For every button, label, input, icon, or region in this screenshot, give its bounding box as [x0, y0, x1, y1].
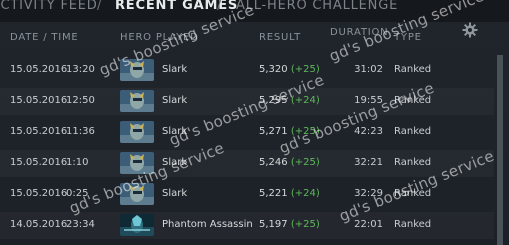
table-row[interactable]: 15.05.2016 11:36 Slark 5,271 (+25) 42:23… — [0, 119, 494, 146]
mmr-delta: (+25) — [290, 219, 320, 230]
tab-separator: / — [217, 0, 222, 13]
tab-all-hero-challenge[interactable]: ALL-HERO CHALLENGE — [236, 0, 398, 13]
match-duration: 22:01 — [354, 219, 383, 230]
match-date: 15.05.2016 — [10, 95, 68, 106]
column-header-result[interactable]: RESULT — [259, 32, 301, 43]
mmr-value: 5,197 — [259, 219, 288, 230]
match-time: 11:36 — [66, 126, 95, 137]
slark-portrait-icon — [120, 90, 154, 112]
match-time: 1:10 — [66, 157, 89, 168]
mmr-delta: (+24) — [290, 188, 320, 199]
gear-icon[interactable] — [462, 22, 478, 38]
hero-name[interactable]: Slark — [162, 188, 187, 199]
match-time: 12:50 — [66, 95, 95, 106]
match-type: Ranked — [394, 157, 432, 168]
phantom-assassin-portrait-icon — [120, 214, 154, 236]
match-time: 13:20 — [66, 64, 95, 75]
hero-name[interactable]: Phantom Assassin — [162, 219, 253, 230]
match-result: 5,221 (+24) — [259, 188, 320, 199]
match-date: 15.05.2016 — [10, 126, 68, 137]
match-date: 15.05.2016 — [10, 157, 68, 168]
match-date: 15.05.2016 — [10, 64, 68, 75]
mmr-value: 5,271 — [259, 126, 288, 137]
scrollbar[interactable] — [497, 55, 503, 245]
table-row[interactable]: 15.05.2016 13:20 Slark 5,320 (+25) 31:02… — [0, 57, 494, 84]
slark-portrait-icon — [120, 121, 154, 143]
tab-activity-feed[interactable]: ACTIVITY FEED — [0, 0, 98, 13]
hero-name[interactable]: Slark — [162, 64, 187, 75]
match-type: Ranked — [394, 64, 432, 75]
match-time: 23:34 — [66, 219, 95, 230]
mmr-value: 5,320 — [259, 64, 288, 75]
match-type: Ranked — [394, 126, 432, 137]
table-row[interactable]: 15.05.2016 1:10 Slark 5,246 (+25) 32:21 … — [0, 150, 494, 177]
match-duration: 31:02 — [354, 64, 383, 75]
match-duration: 42:23 — [354, 126, 383, 137]
match-date: 14.05.2016 — [10, 219, 68, 230]
column-header-date-time[interactable]: DATE / TIME — [10, 32, 79, 43]
match-result: 5,197 (+25) — [259, 219, 320, 230]
hero-name[interactable]: Slark — [162, 95, 187, 106]
mmr-delta: (+25) — [290, 157, 320, 168]
scrollbar-thumb[interactable] — [497, 55, 503, 245]
match-type: Ranked — [394, 219, 432, 230]
mmr-value: 5,246 — [259, 157, 288, 168]
tab-separator: / — [97, 0, 102, 13]
match-date: 15.05.2016 — [10, 188, 68, 199]
mmr-value: 5,221 — [259, 188, 288, 199]
match-duration: 32:21 — [354, 157, 383, 168]
match-result: 5,246 (+25) — [259, 157, 320, 168]
